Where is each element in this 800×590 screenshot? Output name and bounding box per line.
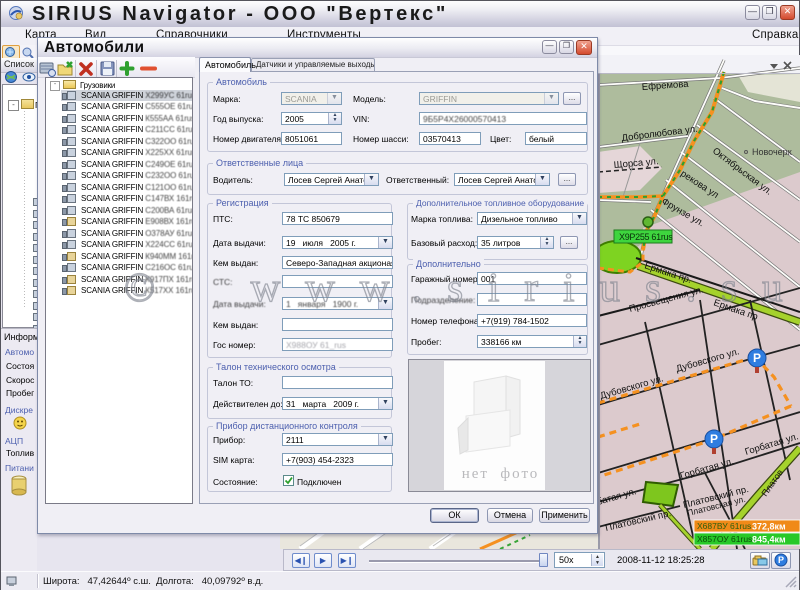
- svg-text:Х857ОУ 61rus: Х857ОУ 61rus: [697, 534, 752, 544]
- svg-text:Х9Р255 61rus: Х9Р255 61rus: [619, 232, 673, 242]
- svg-text:P: P: [778, 555, 784, 565]
- svg-text:372,8км: 372,8км: [752, 522, 786, 532]
- svg-text:845,4км: 845,4км: [752, 535, 786, 545]
- svg-text:Новочерк: Новочерк: [752, 147, 792, 157]
- svg-text:Х687ВУ 61rus: Х687ВУ 61rus: [697, 521, 751, 531]
